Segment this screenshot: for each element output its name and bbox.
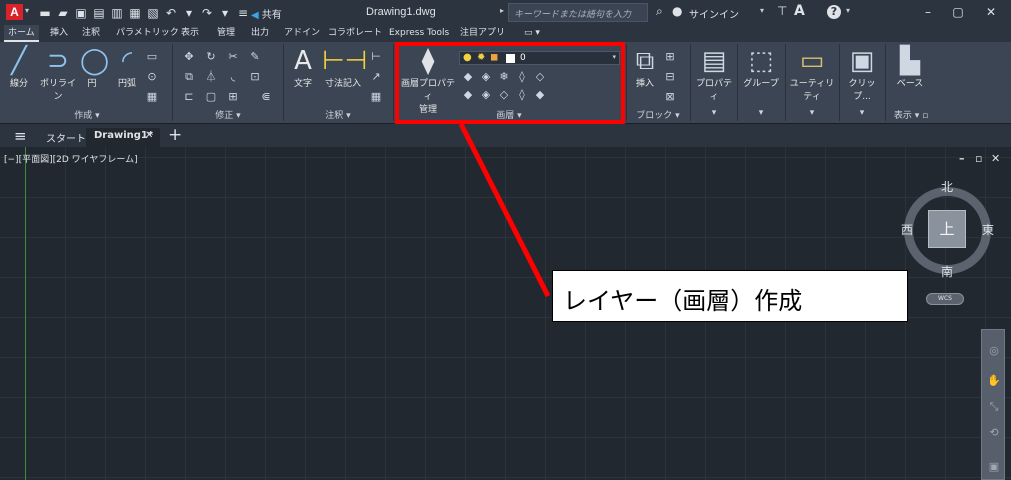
callout-pointer-line <box>458 122 551 298</box>
callout-label: レイヤー（画層）作成 <box>552 270 908 322</box>
